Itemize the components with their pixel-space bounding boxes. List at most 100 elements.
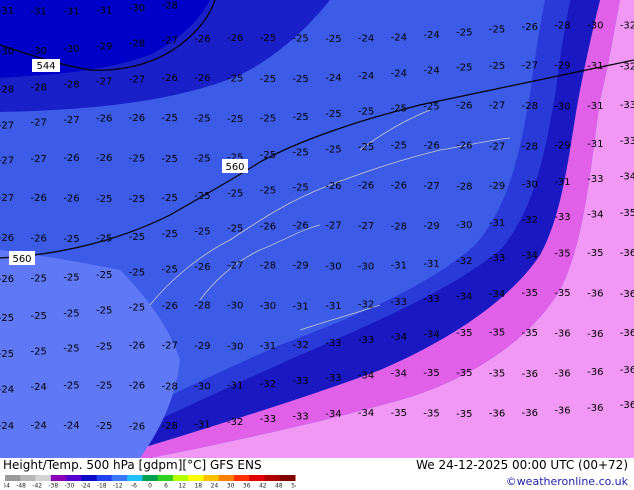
temperature-label: -25	[325, 109, 341, 120]
temperature-label: -36	[620, 328, 634, 339]
legend-swatch	[233, 475, 250, 481]
temperature-label: -24	[391, 68, 407, 79]
geopotential-label-544: 544	[32, 59, 60, 72]
temperature-label: -34	[423, 330, 439, 341]
temperature-label: -36	[554, 406, 570, 417]
temperature-label: -27	[227, 261, 243, 272]
temperature-label: -28	[522, 101, 538, 112]
temperature-label: -25	[292, 74, 308, 85]
temperature-label: -27	[162, 36, 178, 47]
temperature-label: -25	[162, 264, 178, 275]
temperature-label: -34	[456, 291, 472, 302]
temperature-label: -36	[554, 329, 570, 340]
temperature-label: -36	[489, 409, 505, 420]
temperature-label: -27	[63, 115, 79, 126]
temperature-label: -25	[162, 229, 178, 240]
temperature-label: -26	[227, 33, 243, 44]
temperature-label: -25	[129, 232, 145, 243]
temperature-label: -27	[129, 74, 145, 85]
temperature-label: -30	[587, 20, 603, 31]
legend-swatch	[249, 475, 265, 481]
credit-link[interactable]: ©weatheronline.co.uk	[506, 475, 628, 488]
temperature-label: -26	[129, 381, 145, 392]
legend-tick-label: 0	[148, 483, 152, 489]
legend-swatch	[157, 475, 174, 481]
legend-tick-label: 42	[259, 483, 267, 489]
legend-tick-label: 30	[227, 483, 235, 489]
legend-tick-label: 24	[211, 483, 219, 489]
temperature-label: -29	[292, 261, 308, 272]
temperature-label: -25	[63, 234, 79, 245]
temperature-label: -34	[587, 210, 603, 221]
temperature-label: -25	[0, 349, 14, 360]
temperature-label: -25	[260, 150, 276, 161]
temperature-label: -29	[423, 221, 439, 232]
legend-tick-label: -54	[4, 483, 10, 489]
temperature-label: -26	[63, 153, 79, 164]
temperature-label: -25	[292, 147, 308, 158]
legend-tick-label: 18	[194, 483, 202, 489]
legend-swatch	[50, 475, 67, 481]
temperature-label: -25	[63, 308, 79, 319]
temperature-label: -32	[358, 300, 374, 311]
temperature-label: -31	[587, 139, 603, 150]
temperature-label: -25	[194, 191, 210, 202]
temperature-label: -27	[489, 141, 505, 152]
temperature-label: -30	[260, 301, 276, 312]
temperature-label: -30	[194, 381, 210, 392]
temperature-label: -34	[620, 171, 634, 182]
temperature-label: -25	[63, 381, 79, 392]
temperature-label: -25	[260, 74, 276, 85]
temperature-label: -28	[63, 79, 79, 90]
temperature-label: -34	[391, 332, 407, 343]
temperature-label: -25	[227, 188, 243, 199]
temperature-label: -25	[31, 346, 47, 357]
legend-swatch	[279, 475, 296, 481]
geopotential-label-560-west: 560	[9, 251, 35, 265]
temperature-label: -27	[0, 156, 14, 167]
temperature-label: -24	[0, 421, 14, 432]
temperature-label: -26	[0, 233, 14, 244]
temperature-label: -33	[292, 411, 308, 422]
temperature-label: -34	[522, 251, 538, 262]
temperature-label: -36	[522, 408, 538, 419]
map-footer: Height/Temp. 500 hPa [gdpm][°C] GFS ENS …	[0, 458, 634, 490]
temperature-label: -33	[325, 338, 341, 349]
temperature-label: -26	[456, 100, 472, 111]
temperature-label: -31	[391, 261, 407, 272]
temperature-label: -35	[423, 368, 439, 379]
temperature-label: -36	[620, 248, 634, 259]
temperature-label: -25	[129, 303, 145, 314]
weather-map-screen: -31 -31 -31 -31 -30 -28 -30 -30 -30 -29 -28 -27 -26 -…	[0, 0, 634, 490]
temperature-label: -25	[96, 305, 112, 316]
temperature-label: -25	[423, 102, 439, 113]
temperature-label: -27	[423, 181, 439, 192]
geopotential-label-560-center: 560	[222, 159, 248, 173]
temperature-label: -25	[260, 33, 276, 44]
temperature-label: -26	[456, 141, 472, 152]
temperature-label: -25	[194, 154, 210, 165]
temperature-label: -26	[0, 274, 14, 285]
temperature-label: -30	[554, 101, 570, 112]
legend-tick-label: -42	[32, 483, 42, 489]
temperature-label: -36	[587, 329, 603, 340]
temperature-label: -25	[325, 34, 341, 45]
temperature-label: -30	[227, 341, 243, 352]
temperature-label: -36	[620, 289, 634, 300]
temperature-label: -25	[31, 311, 47, 322]
temperature-label: -35	[391, 408, 407, 419]
temperature-label: -30	[227, 301, 243, 312]
temperature-label: -36	[587, 403, 603, 414]
temperature-label: -32	[522, 215, 538, 226]
temperature-label: -31	[489, 218, 505, 229]
temperature-label: -27	[358, 221, 374, 232]
temperature-label: -30	[31, 46, 47, 57]
temperature-label: -35	[522, 328, 538, 339]
temperature-label: -25	[456, 63, 472, 74]
valid-time: We 24-12-2025 00:00 UTC (00+72)	[416, 458, 628, 472]
legend-tick-label: -30	[64, 483, 74, 489]
temperature-label: -27	[31, 154, 47, 165]
legend-tick-label: -24	[81, 483, 91, 489]
legend-tick-label: 6	[164, 483, 168, 489]
temperature-label: -34	[489, 289, 505, 300]
